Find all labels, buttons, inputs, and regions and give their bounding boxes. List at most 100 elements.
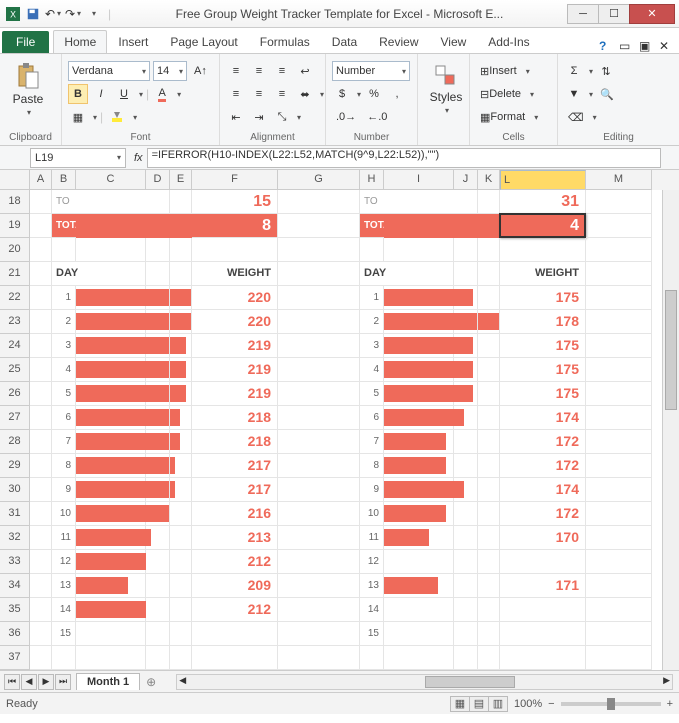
sheet-nav-prev-icon[interactable]: ◀ [21,674,37,690]
cell[interactable] [76,430,146,454]
cell[interactable] [278,454,360,478]
row-header[interactable]: 36 [0,622,30,646]
cell[interactable] [76,526,146,550]
cell[interactable]: 9 [360,478,384,502]
cell[interactable] [170,190,192,214]
cell[interactable] [146,406,170,430]
cell[interactable] [478,286,500,310]
cell[interactable]: 175 [500,334,586,358]
styles-button[interactable]: Styles▾ [424,58,468,120]
align-middle-icon[interactable]: ≡ [249,61,269,81]
row-header[interactable]: 34 [0,574,30,598]
increase-decimal-icon[interactable]: .0→ [332,107,360,127]
row-header[interactable]: 35 [0,598,30,622]
zoom-out-icon[interactable]: − [548,698,554,710]
ribbon-tab-add-ins[interactable]: Add-Ins [477,30,540,53]
cell[interactable] [30,310,52,334]
cell[interactable] [454,214,478,238]
cell[interactable] [278,478,360,502]
ribbon-tab-formulas[interactable]: Formulas [249,30,321,53]
cell[interactable]: 170 [500,526,586,550]
qa-customize-icon[interactable]: ▾ [84,5,102,23]
cell[interactable] [478,478,500,502]
cell[interactable] [454,550,478,574]
select-all-cell[interactable] [0,170,30,190]
cell[interactable] [278,646,360,670]
cell[interactable] [384,550,454,574]
cell[interactable]: 8 [360,454,384,478]
cell[interactable] [478,190,500,214]
cell[interactable] [146,358,170,382]
cell[interactable] [30,574,52,598]
cell[interactable] [478,430,500,454]
cell[interactable] [278,382,360,406]
cell[interactable] [384,358,454,382]
minimize-button[interactable]: ─ [567,4,599,24]
cell[interactable] [478,238,500,262]
align-bottom-icon[interactable]: ≡ [272,61,292,81]
ribbon-minimize-icon[interactable]: ▭ [619,39,633,53]
cell[interactable] [170,262,192,286]
cell[interactable] [278,598,360,622]
cell[interactable] [384,382,454,406]
row-header[interactable]: 26 [0,382,30,406]
cell[interactable] [76,454,146,478]
cell[interactable] [170,598,192,622]
cell[interactable] [586,238,652,262]
cell[interactable] [454,502,478,526]
cell[interactable] [454,598,478,622]
sheet-nav-last-icon[interactable]: ⏭ [55,674,71,690]
cell[interactable] [76,214,146,238]
cell[interactable]: DAY [360,262,384,286]
cell[interactable] [76,574,146,598]
cell[interactable] [30,358,52,382]
cell[interactable] [278,574,360,598]
cell[interactable]: 7 [52,430,76,454]
cell[interactable]: 3 [52,334,76,358]
cell[interactable] [454,358,478,382]
increase-font-icon[interactable]: A↑ [190,61,211,81]
cell[interactable] [170,646,192,670]
cell[interactable] [30,238,52,262]
cell[interactable]: 220 [192,310,278,334]
cell[interactable] [30,550,52,574]
ribbon-tab-page-layout[interactable]: Page Layout [159,30,248,53]
col-header-D[interactable]: D [146,170,170,190]
cell[interactable] [278,310,360,334]
bold-button[interactable]: B [68,84,88,104]
align-center-icon[interactable]: ≡ [249,84,269,104]
cell[interactable] [30,646,52,670]
cell[interactable]: 13 [360,574,384,598]
cell[interactable]: 212 [192,598,278,622]
column-headers[interactable]: ABCDEFGHIJKLM [0,170,679,190]
cell[interactable] [146,502,170,526]
cell[interactable]: 1 [360,286,384,310]
cell[interactable]: 217 [192,454,278,478]
cell[interactable] [454,478,478,502]
cell[interactable] [192,622,278,646]
cell[interactable]: 172 [500,454,586,478]
cell[interactable]: 216 [192,502,278,526]
col-header-K[interactable]: K [478,170,500,190]
col-header-H[interactable]: H [360,170,384,190]
row-header[interactable]: 28 [0,430,30,454]
ribbon-tab-review[interactable]: Review [368,30,429,53]
font-size-select[interactable]: 14▾ [153,61,187,81]
window-restore-icon[interactable]: ▣ [639,39,653,53]
cell[interactable] [586,574,652,598]
cell[interactable] [478,214,500,238]
cell[interactable] [170,550,192,574]
cell[interactable] [52,646,76,670]
cell[interactable] [170,574,192,598]
cell[interactable] [384,190,454,214]
currency-icon[interactable]: $ [332,84,352,104]
col-header-I[interactable]: I [384,170,454,190]
cell[interactable] [278,286,360,310]
cell[interactable] [76,286,146,310]
cell[interactable] [76,190,146,214]
row-header[interactable]: 32 [0,526,30,550]
cell[interactable] [146,454,170,478]
orientation-icon[interactable]: ⤡ [272,107,292,127]
cell[interactable] [478,550,500,574]
cell[interactable]: 218 [192,406,278,430]
